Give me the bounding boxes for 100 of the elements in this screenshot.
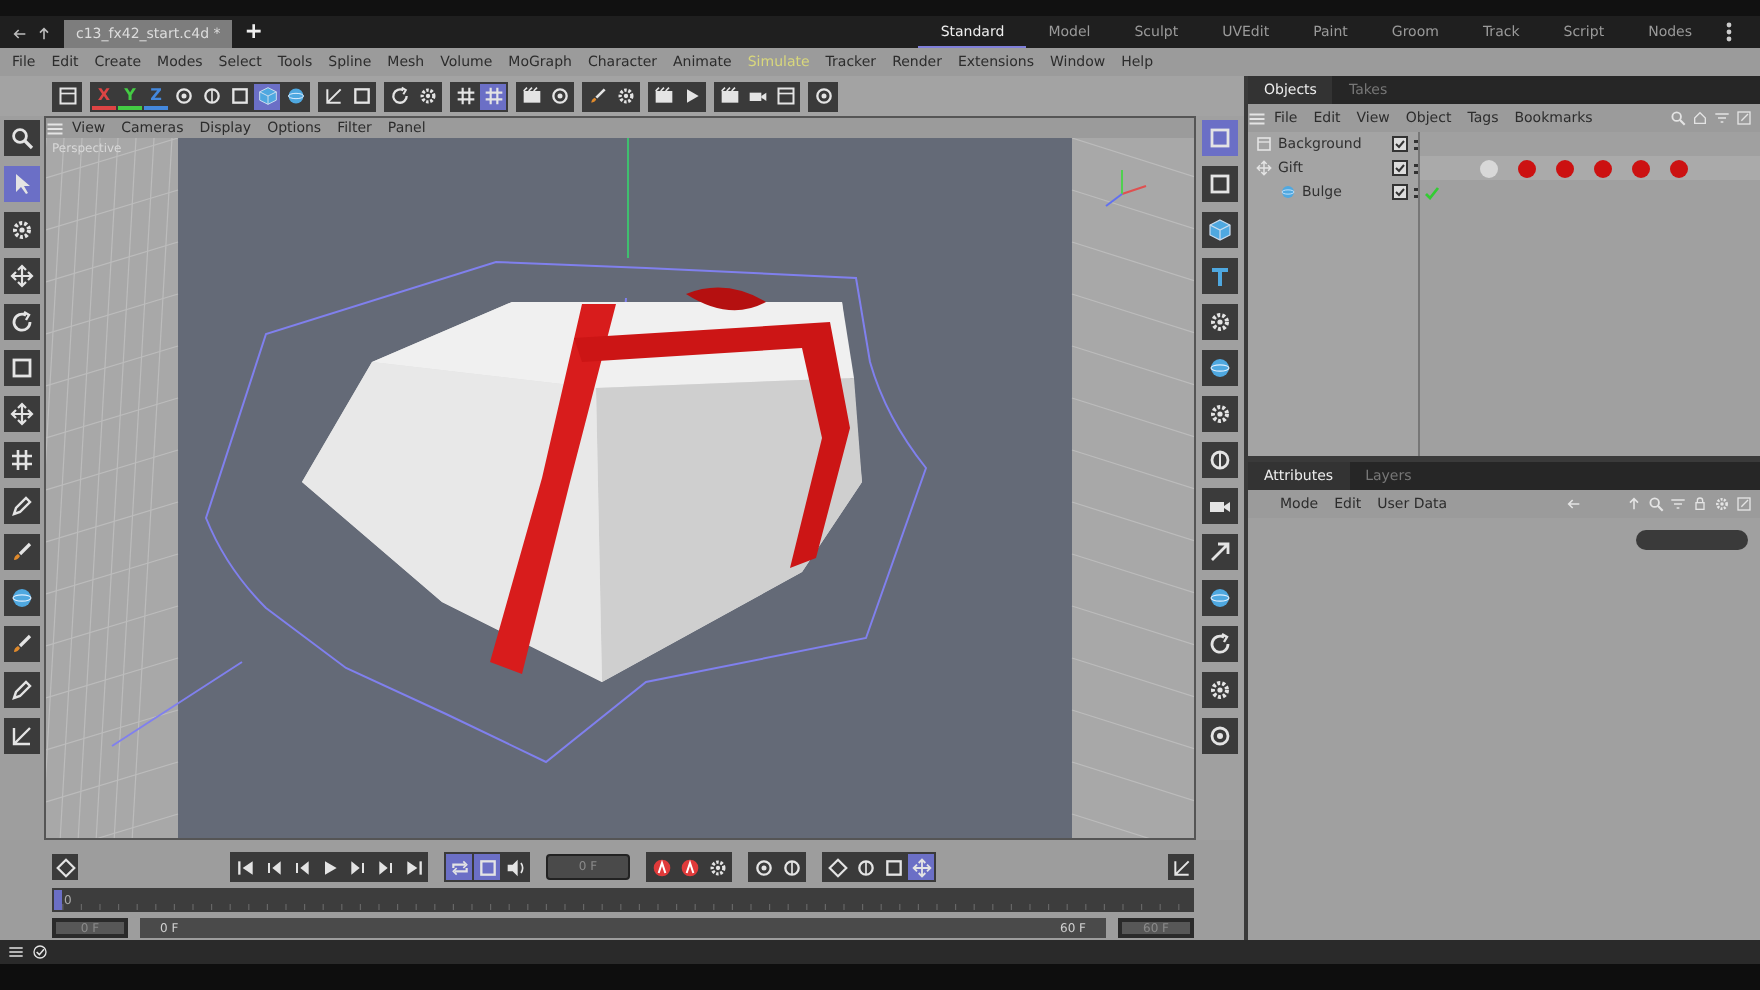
gear-button[interactable]: [704, 854, 730, 880]
square-button[interactable]: [226, 83, 252, 109]
pen-icon: [10, 494, 34, 518]
window-icon: [775, 86, 795, 106]
circle-button[interactable]: [750, 854, 776, 880]
brush-icon: [587, 86, 607, 106]
visibility-checkbox[interactable]: [1392, 184, 1408, 200]
diamond-button[interactable]: [824, 854, 850, 880]
curve-icon: [10, 724, 34, 748]
cube-icon: [257, 86, 277, 106]
material-tag[interactable]: [1670, 159, 1688, 177]
diamond-icon: [55, 857, 75, 877]
rotate-icon: [1208, 632, 1232, 656]
brush-button[interactable]: [4, 626, 40, 662]
material-tag[interactable]: [1632, 159, 1650, 177]
grid-button[interactable]: [452, 83, 478, 109]
gear-icon: [615, 86, 635, 106]
sphere-button[interactable]: [1202, 580, 1238, 616]
move-button[interactable]: [4, 258, 40, 294]
axis-toggle[interactable]: Y: [118, 83, 142, 109]
mode-button[interactable]: [1636, 530, 1748, 550]
record-icon: [651, 857, 671, 877]
rotate-button[interactable]: [1202, 626, 1238, 662]
menu-icon: [1248, 109, 1266, 127]
rotate-button[interactable]: [386, 83, 412, 109]
sphere-button[interactable]: [4, 580, 40, 616]
gear-button[interactable]: [1202, 304, 1238, 340]
text-tool-button[interactable]: [1202, 258, 1238, 294]
grid-button[interactable]: [4, 442, 40, 478]
play-icon: [319, 857, 339, 877]
move-icon: [1256, 160, 1272, 176]
gear-button[interactable]: [612, 83, 638, 109]
cube-button[interactable]: [254, 83, 280, 109]
record-button[interactable]: [648, 854, 674, 880]
brush-icon: [10, 540, 34, 564]
grid-button[interactable]: [480, 83, 506, 109]
pen-icon: [10, 678, 34, 702]
film-button[interactable]: [650, 83, 676, 109]
axis-gizmo-icon: [1105, 169, 1147, 207]
record-button[interactable]: [676, 854, 702, 880]
visibility-checkbox[interactable]: [1392, 160, 1408, 176]
axis-toggle[interactable]: X: [92, 83, 116, 109]
ring-button[interactable]: [1202, 442, 1238, 478]
filter-icon: [1714, 110, 1730, 126]
gear-button[interactable]: [1202, 396, 1238, 432]
pen-button[interactable]: [4, 488, 40, 524]
brush-button[interactable]: [4, 534, 40, 570]
circle-button[interactable]: [1202, 718, 1238, 754]
square-button[interactable]: [880, 854, 906, 880]
gear-button[interactable]: [414, 83, 440, 109]
window-button[interactable]: [54, 83, 80, 109]
circle-button[interactable]: [546, 83, 572, 109]
new-tab-button[interactable]: +: [232, 18, 275, 48]
filter-icon: [1670, 496, 1686, 512]
pen-button[interactable]: [4, 672, 40, 708]
lock-icon: [1692, 496, 1708, 512]
loop-button[interactable]: [446, 854, 472, 880]
arrow-button[interactable]: [1202, 534, 1238, 570]
sphere-button[interactable]: [1202, 350, 1238, 386]
cursor-icon: [10, 172, 34, 196]
rotate-button[interactable]: [4, 304, 40, 340]
square-icon: [1208, 126, 1232, 150]
sphere-button[interactable]: [282, 83, 308, 109]
edit-icon: [1736, 496, 1752, 512]
check-icon[interactable]: [1424, 185, 1440, 199]
ring-icon: [201, 86, 221, 106]
film-button[interactable]: [716, 83, 742, 109]
square-button[interactable]: [1202, 166, 1238, 202]
material-tag[interactable]: [1594, 159, 1612, 177]
cursor-button[interactable]: [4, 166, 40, 202]
y-axis-line: [627, 138, 629, 259]
camera-button[interactable]: [1202, 488, 1238, 524]
curve-button[interactable]: [4, 718, 40, 754]
search-icon: [10, 126, 34, 150]
window-icon: [1256, 136, 1272, 152]
move-button[interactable]: [4, 396, 40, 432]
gear-icon: [1714, 496, 1730, 512]
cube-button[interactable]: [1202, 212, 1238, 248]
window-button[interactable]: [772, 83, 798, 109]
curve-editor-button[interactable]: [1168, 854, 1194, 880]
material-tag[interactable]: [1518, 159, 1536, 177]
square-button[interactable]: [4, 350, 40, 386]
gear-icon: [1208, 310, 1232, 334]
visibility-checkbox[interactable]: [1392, 136, 1408, 152]
gear-button[interactable]: [1202, 672, 1238, 708]
curve-button[interactable]: [320, 83, 346, 109]
gear-button[interactable]: [4, 212, 40, 248]
axis-toggle[interactable]: Z: [144, 83, 168, 109]
ring-button[interactable]: [778, 854, 804, 880]
move-icon: [911, 857, 931, 877]
film-button[interactable]: [518, 83, 544, 109]
circle-button[interactable]: [810, 83, 836, 109]
square-button[interactable]: [348, 83, 374, 109]
search-button[interactable]: [4, 120, 40, 156]
speaker-button[interactable]: [502, 854, 528, 880]
material-tag[interactable]: [1556, 159, 1574, 177]
curve-icon: [323, 86, 343, 106]
step-forward-icon: [347, 857, 367, 877]
circle-icon: [1208, 724, 1232, 748]
keyframe-button[interactable]: [52, 854, 78, 880]
